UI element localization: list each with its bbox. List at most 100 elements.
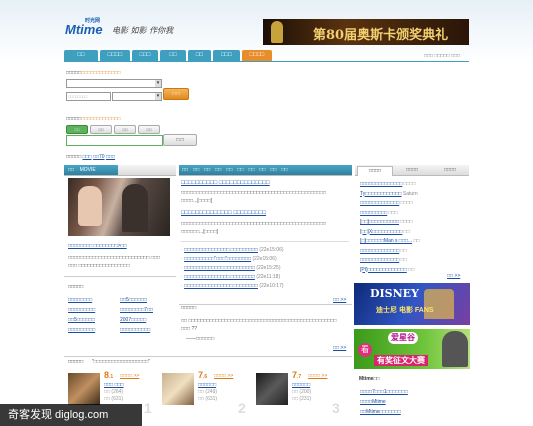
- featured-caption[interactable]: □□□□□□□□ □□□□□□□□>□□: [68, 242, 127, 250]
- disney-ad[interactable]: DISNEY 迪士尼 电影 FANS: [354, 283, 470, 325]
- headline-1-body-2[interactable]: □□□□...[□□□□]: [181, 197, 212, 205]
- headline-1[interactable]: □□□□□□□□□□ □□□□□□□□□□□□□□: [181, 180, 270, 186]
- film-poster-3[interactable]: [256, 373, 288, 405]
- center-tab-2[interactable]: □□: [193, 167, 199, 173]
- center-tab-6[interactable]: □□: [237, 167, 243, 173]
- right-item-link[interactable]: □□□□□□□□□□□□□: [360, 200, 399, 206]
- center-tab-1[interactable]: □□: [182, 167, 188, 173]
- news-date: (22e10:17): [259, 283, 284, 289]
- center-tab-4[interactable]: □□: [215, 167, 221, 173]
- center-tab-9[interactable]: □□: [270, 167, 276, 173]
- people-search-label: □□□□□□□□□□□□□□□□□□: [66, 116, 121, 122]
- film-score-dec: .7: [297, 374, 302, 380]
- tab-movie[interactable]: □□ MOVIE: [64, 165, 118, 175]
- type-button-4[interactable]: □□: [138, 125, 160, 134]
- right-item-extra: Saturn: [402, 190, 418, 197]
- right-item-link[interactable]: □□□□□□□□□□□□□: [360, 248, 399, 254]
- people-search-input[interactable]: [66, 135, 163, 146]
- right-item-extra: □□: [400, 247, 407, 254]
- nav-tab-2[interactable]: □□□□: [100, 50, 130, 61]
- news-title[interactable]: □□□□□□□□□□□□□□□□ □□□□□□□□: [184, 283, 258, 289]
- film-poster-2[interactable]: [162, 373, 194, 405]
- right-item-link[interactable]: Ty□□□□□□□□□□□□: [360, 191, 402, 197]
- right-item-extra: □□: [403, 228, 410, 235]
- nav-tab-1[interactable]: □□: [64, 50, 98, 61]
- news-title[interactable]: □□□□□□□□□□□□□□□ □□□□□□□□: [184, 274, 255, 280]
- hot-search: □□□□□ □□□ □□70 □□□: [66, 154, 116, 160]
- mtime-link-3[interactable]: □□Mtime□□□□□□□: [360, 408, 401, 416]
- right-item-extra: □□: [408, 266, 415, 273]
- featured-desc-2: □□□ □□□□□□□□□□□□□□□□□: [68, 263, 130, 269]
- film-tag-3[interactable]: □□□□ >>: [308, 372, 327, 380]
- oscar-banner[interactable]: 第80届奥斯卡颁奖典礼: [263, 19, 469, 45]
- nav-tab-4[interactable]: □□: [160, 50, 186, 61]
- keyword-input[interactable]: □□□□□□□□: [66, 92, 111, 101]
- featured-desc-1: □□□□□□□□□□□□□□□□□□□□□□□□□□□ □□□: [68, 255, 160, 261]
- nav-tab-7[interactable]: □□□□: [242, 50, 272, 61]
- left-link-a-1[interactable]: □□□□□□□□: [68, 296, 92, 304]
- hot-link-1[interactable]: □□□: [83, 154, 92, 160]
- left-link-b-2[interactable]: □□□□□□□□7□□: [120, 306, 153, 314]
- year-select[interactable]: ▾: [112, 92, 162, 101]
- nav-tab-3[interactable]: □□□: [132, 50, 158, 61]
- top-links[interactable]: □□□ □□□□□ □□□: [424, 53, 460, 59]
- search-button-2[interactable]: □ □: [163, 134, 197, 146]
- right-tab-1[interactable]: □□□□: [357, 166, 393, 176]
- right-item-link[interactable]: [PI]□□□□□□□□□□□□□: [360, 267, 407, 273]
- right-item-3: □□□□□□□□□□□□□ □□□□: [360, 199, 413, 207]
- film-tag-2[interactable]: □□□□ >>: [214, 372, 233, 380]
- right-item-link[interactable]: [□□]□□□□□□□□□□: [360, 219, 399, 225]
- center-tabs: □□ □□ □□ □□ □□ □□ □□ □□ □□ □□: [182, 167, 292, 173]
- type-button-2[interactable]: □□: [90, 125, 112, 134]
- news-more-link[interactable]: □□ >>: [333, 296, 346, 304]
- center-tab-10[interactable]: □□: [281, 167, 287, 173]
- left-link-b-1[interactable]: □□5□□□□□□: [120, 296, 147, 304]
- right-item-link[interactable]: □□□□□□□□□: [360, 210, 387, 216]
- right-item-link[interactable]: □□□□□□□□□□□□□□: [360, 181, 402, 187]
- left-link-b-4[interactable]: □□□□□□□□□□: [120, 326, 150, 334]
- right-item-link[interactable]: □□□□□□□□□□□□□: [360, 257, 399, 263]
- center-tab-7[interactable]: □□: [248, 167, 254, 173]
- news-title[interactable]: □□□□□□□□□□□□□ □□□□□□□□□□: [184, 265, 255, 271]
- mtime-link-2[interactable]: □□□□Mtime: [360, 398, 386, 406]
- center-tab-5[interactable]: □□: [226, 167, 232, 173]
- news-item-4: · □□□□□□□□□□□□□□□ □□□□□□□□ (22e11:18): [181, 273, 280, 281]
- type-button-3[interactable]: □□: [114, 125, 136, 134]
- featured-photo[interactable]: [68, 178, 170, 236]
- left-link-a-4[interactable]: □□□□□□□□□: [68, 326, 95, 334]
- headline-2[interactable]: □□□□□□□□□□□□□□ □□□□□□□□□: [181, 210, 266, 216]
- news-title[interactable]: □□□□□□□□□□"□□□"□□□□□□□□: [184, 256, 251, 262]
- right-more-link[interactable]: □□ >>: [447, 272, 460, 280]
- right-tab-3[interactable]: □□□□: [433, 166, 467, 175]
- news-date: (22e15:25): [256, 265, 281, 271]
- news-title[interactable]: □□□□□□□□□□□□□□□ □□□□□□□□□: [184, 247, 258, 253]
- right-item-4: □□□□□□□□□ □□□: [360, 209, 398, 217]
- slogan: 电影 如影 作你我: [112, 26, 174, 35]
- film-rank-1: 1: [144, 400, 152, 416]
- banner-title: 第80届奥斯卡颁奖典礼: [313, 28, 449, 43]
- right-item-link[interactable]: [□□]X□□□□□□□□□□: [360, 229, 402, 235]
- search-button-1[interactable]: □ □: [163, 88, 189, 100]
- film-tag-1[interactable]: □□□□ >>: [120, 372, 139, 380]
- hot-link-3[interactable]: □□□: [106, 154, 115, 160]
- genre-select[interactable]: ▾: [66, 79, 162, 88]
- type-button-1[interactable]: □□: [66, 125, 88, 134]
- film-score-3: 7.7: [292, 370, 301, 380]
- nav-tab-5[interactable]: □□: [188, 50, 211, 61]
- nav-tab-6[interactable]: □□□: [213, 50, 240, 61]
- left-link-b-3[interactable]: 2007□□□□□: [120, 316, 146, 324]
- mtime-link-1[interactable]: □□□□7□□□1□□□□□□□: [360, 388, 408, 396]
- left-link-a-2[interactable]: □□□□□□□□□: [68, 306, 95, 314]
- center-tab-3[interactable]: □□: [204, 167, 210, 173]
- aixinggu-ad[interactable]: 爱星谷 看 有奖征文大赛: [354, 329, 470, 369]
- film-poster-1[interactable]: [68, 373, 100, 405]
- review-more-link[interactable]: □□ >>: [333, 344, 346, 352]
- hot-link-2[interactable]: □□70: [93, 154, 105, 160]
- headline-2-body-2[interactable]: □□□□□□...[□□□□]: [181, 228, 218, 236]
- site-logo[interactable]: Mtime 时光网: [65, 18, 109, 38]
- right-tab-2[interactable]: □□□□: [395, 166, 429, 175]
- right-item-5: [□□]□□□□□□□□□□ □□□□: [360, 218, 413, 226]
- right-item-link[interactable]: [□]□□□□□□Man s □□□...: [360, 238, 412, 244]
- left-link-a-3[interactable]: □□5□□□□□□: [68, 316, 95, 324]
- center-tab-8[interactable]: □□: [259, 167, 265, 173]
